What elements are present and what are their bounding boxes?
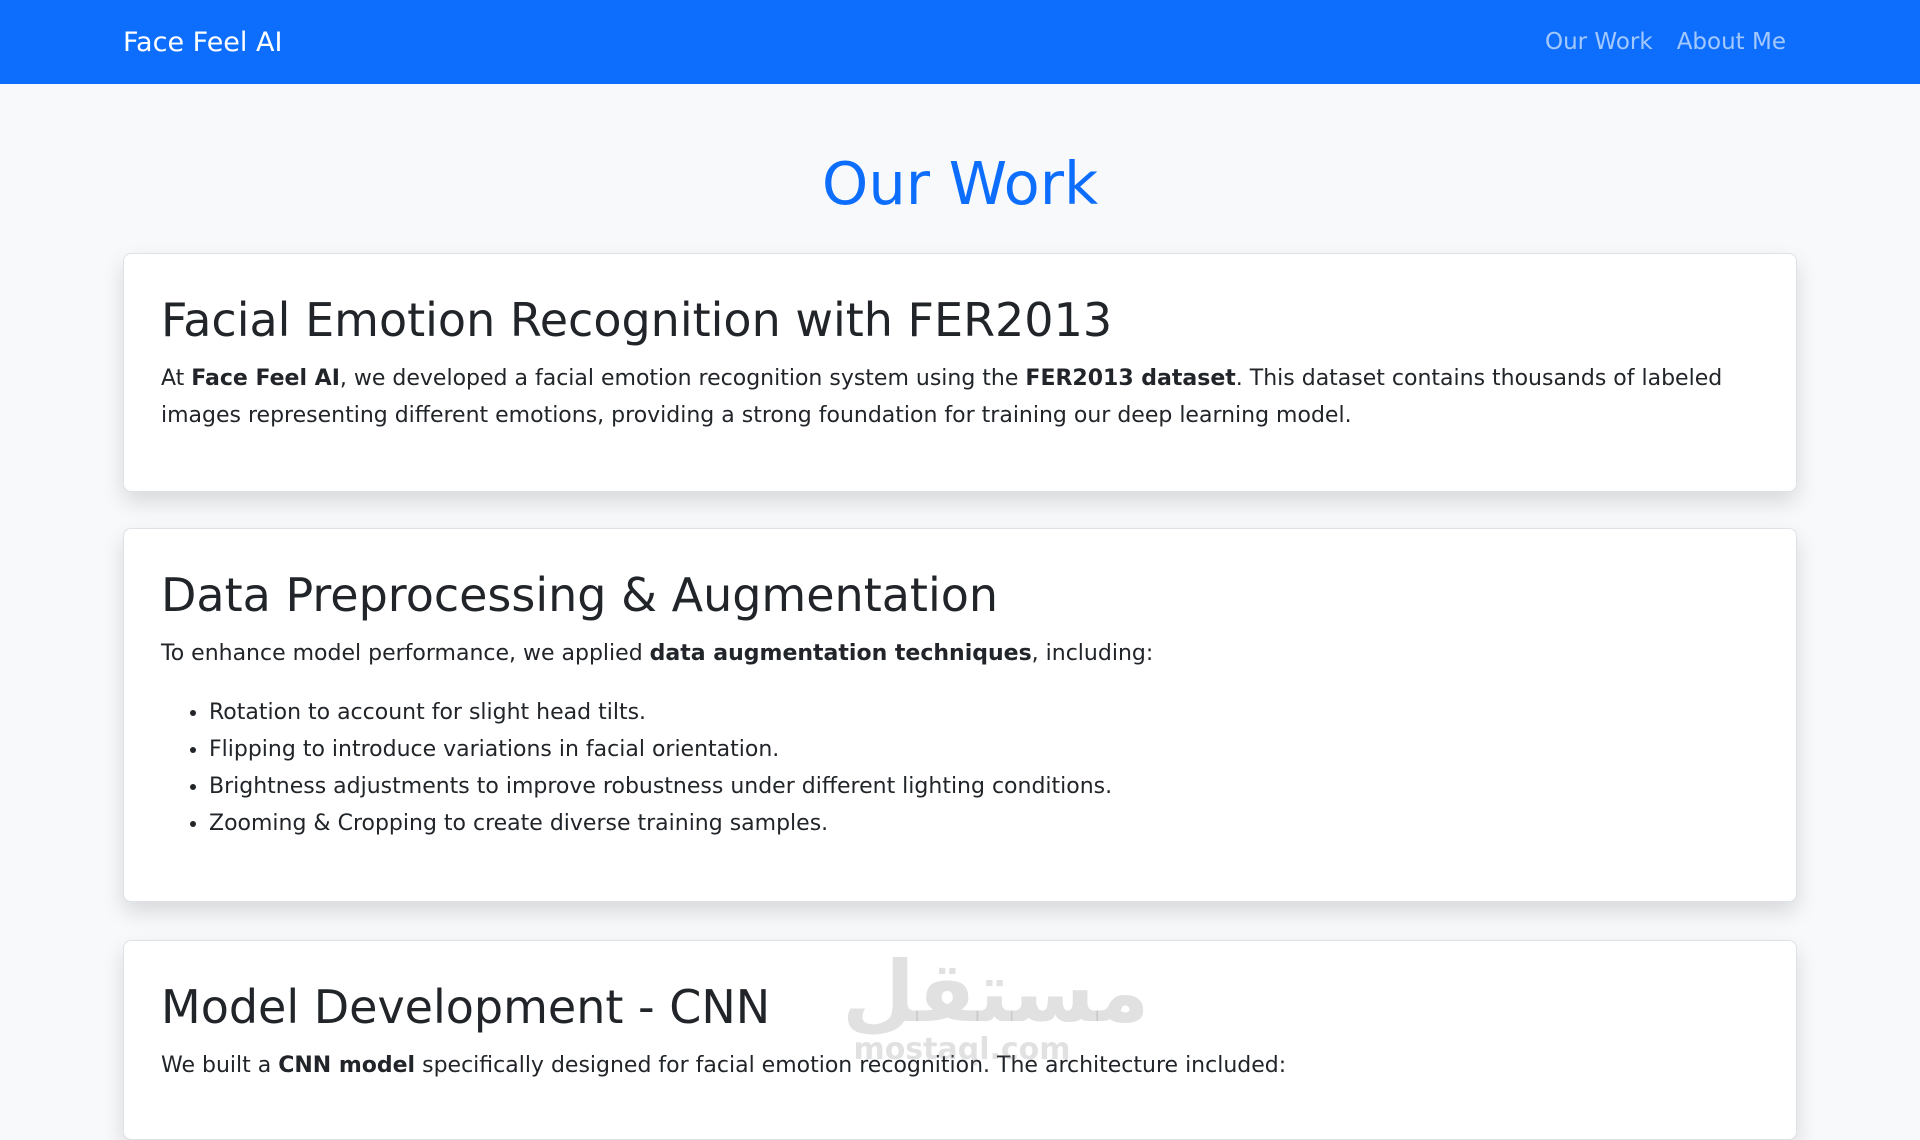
list-item: Flipping to introduce variations in faci…	[209, 731, 1759, 768]
card-preprocessing: Data Preprocessing & Augmentation To enh…	[123, 528, 1797, 902]
text-bold-segment: data augmentation techniques	[649, 641, 1032, 666]
text-segment: , including:	[1031, 641, 1154, 666]
nav-links: Our Work About Me	[1545, 0, 1786, 84]
brand-link[interactable]: Face Feel AI	[123, 0, 282, 84]
augmentation-list: Rotation to account for slight head tilt…	[161, 694, 1759, 842]
text-segment: specifically designed for facial emotion…	[415, 1053, 1287, 1078]
card-title: Data Preprocessing & Augmentation	[161, 568, 999, 622]
list-item: Brightness adjustments to improve robust…	[209, 768, 1759, 805]
list-item: Zooming & Cropping to create diverse tra…	[209, 805, 1759, 842]
card-description: At Face Feel AI, we developed a facial e…	[161, 360, 1759, 434]
card-description: We built a CNN model specifically design…	[161, 1047, 1759, 1084]
text-segment: At	[161, 366, 192, 391]
text-segment: To enhance model performance, we applied	[161, 641, 650, 666]
list-item: Rotation to account for slight head tilt…	[209, 694, 1759, 731]
text-segment: , we developed a facial emotion recognit…	[339, 366, 1026, 391]
page-title: Our Work	[821, 149, 1099, 218]
card-title: Facial Emotion Recognition with FER2013	[161, 293, 1113, 347]
text-bold-segment: Face Feel AI	[191, 366, 340, 391]
nav-link-about-me[interactable]: About Me	[1677, 0, 1786, 84]
text-segment: We built a	[161, 1053, 279, 1078]
card-fer2013: Facial Emotion Recognition with FER2013 …	[123, 253, 1797, 492]
top-navbar: Face Feel AI Our Work About Me	[0, 0, 1920, 84]
card-description: To enhance model performance, we applied…	[161, 635, 1759, 672]
text-bold-segment: CNN model	[278, 1053, 416, 1078]
card-model-development: Model Development - CNN We built a CNN m…	[123, 940, 1797, 1140]
card-title: Model Development - CNN	[161, 980, 771, 1034]
text-bold-segment: FER2013 dataset	[1025, 366, 1236, 391]
nav-link-our-work[interactable]: Our Work	[1545, 0, 1653, 84]
